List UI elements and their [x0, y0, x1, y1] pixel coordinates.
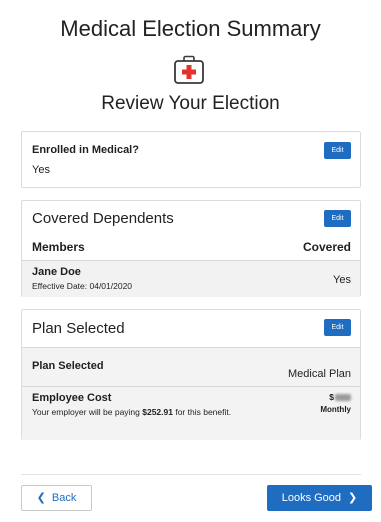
cost-period: Monthly — [320, 405, 351, 414]
employee-cost-label: Employee Cost — [32, 392, 112, 404]
back-label: Back — [51, 492, 77, 504]
first-aid-kit-icon — [174, 55, 204, 84]
dependent-name: Jane Doe — [32, 266, 81, 278]
review-subtitle: Review Your Election — [101, 93, 280, 114]
enrolled-question: Enrolled in Medical? — [32, 144, 139, 156]
looks-good-label: Looks Good — [281, 492, 342, 504]
edit-plan-button[interactable]: Edit — [324, 319, 351, 336]
employer-contribution-note: Your employer will be paying $252.91 for… — [32, 407, 252, 418]
plan-selected-label: Plan Selected — [32, 360, 104, 372]
looks-good-button[interactable]: Looks Good ❯ — [267, 485, 372, 511]
covered-column-header: Covered — [302, 240, 351, 254]
chevron-left-icon: ❮ — [36, 491, 46, 504]
footer-divider — [21, 474, 361, 475]
employee-cost-row: Employee Cost Your employer will be payi… — [22, 386, 360, 440]
plan-card: Plan Selected Edit Plan Selected Medical… — [21, 309, 361, 440]
currency-symbol: $ — [329, 392, 334, 402]
page-title: Medical Election Summary — [60, 16, 321, 41]
dependents-title: Covered Dependents — [32, 210, 174, 227]
table-row: Jane Doe Effective Date: 04/01/2020 Yes — [22, 260, 360, 297]
members-column-header: Members — [32, 240, 85, 254]
chevron-right-icon: ❯ — [348, 491, 358, 504]
dependent-covered-status: Yes — [333, 274, 351, 286]
redacted-amount — [335, 393, 351, 401]
plan-selected-value: Medical Plan — [288, 368, 351, 380]
edit-dependents-button[interactable]: Edit — [324, 210, 351, 227]
enrolled-answer: Yes — [32, 164, 50, 176]
plan-selected-row: Plan Selected Medical Plan — [22, 347, 360, 386]
back-button[interactable]: ❮ Back — [21, 485, 92, 511]
plan-section-title: Plan Selected — [32, 320, 125, 337]
dependents-card: Covered Dependents Edit Members Covered … — [21, 200, 361, 297]
edit-enrollment-button[interactable]: Edit — [324, 142, 351, 159]
effective-date: Effective Date: 04/01/2020 — [32, 281, 133, 291]
employee-cost-amount: $ — [329, 392, 351, 402]
employer-amount: $252.91 — [142, 407, 173, 417]
enrolled-card: Enrolled in Medical? Yes Edit — [21, 131, 361, 188]
note-suffix: for this benefit. — [172, 407, 232, 417]
note-prefix: Your employer will be paying — [32, 407, 143, 417]
